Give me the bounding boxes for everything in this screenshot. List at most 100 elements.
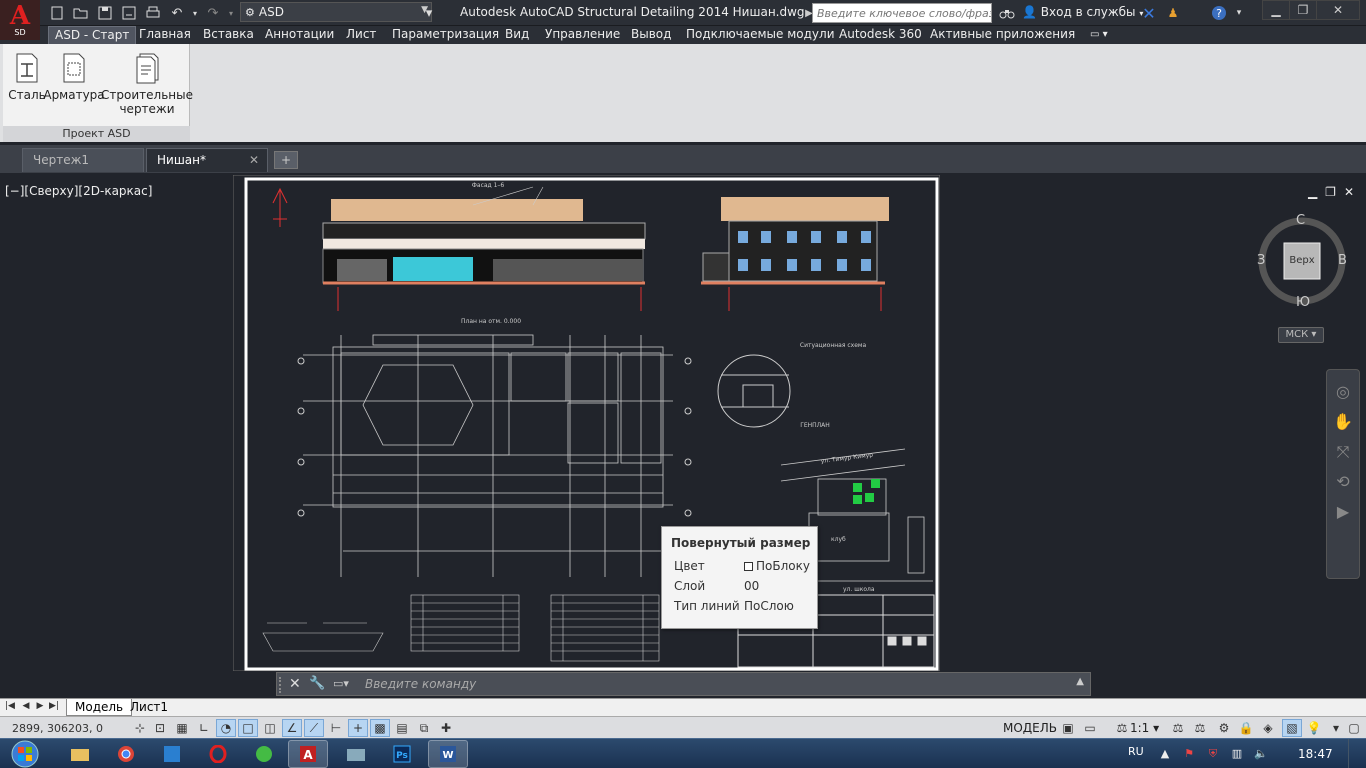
save-as-icon[interactable] — [118, 3, 140, 23]
tab-output[interactable]: Вывод — [625, 26, 677, 44]
viewcube-top-face[interactable]: Верх — [1284, 255, 1320, 266]
new-file-icon[interactable] — [46, 3, 68, 23]
auto-scale-icon[interactable]: ⚖ — [1190, 719, 1210, 737]
word-taskbar-icon[interactable]: W — [428, 740, 468, 768]
close-tab-icon[interactable]: ✕ — [249, 153, 259, 167]
viewport-minimize-icon[interactable]: ▁ — [1308, 185, 1317, 199]
toolbar-lock-icon[interactable]: 🔒 — [1236, 719, 1256, 737]
compass-north[interactable]: С — [1296, 213, 1305, 228]
language-indicator[interactable]: RU — [1128, 745, 1144, 758]
steering-wheel-icon[interactable]: ◎ — [1331, 380, 1355, 404]
folder-taskbar-icon[interactable] — [336, 740, 376, 768]
opera-taskbar-icon[interactable] — [198, 740, 238, 768]
binoculars-icon[interactable] — [996, 3, 1018, 23]
quick-view-drawings-icon[interactable]: ▭ — [1080, 719, 1100, 737]
showmotion-icon[interactable]: ▶ — [1331, 500, 1355, 524]
start-button[interactable] — [4, 739, 46, 768]
annotation-scale-icon[interactable]: ⚖ — [1112, 719, 1132, 737]
polar-tracking-icon[interactable]: ◔ — [216, 719, 236, 737]
tab-parametric[interactable]: Параметризация — [386, 26, 505, 44]
close-button[interactable]: ✕ — [1316, 0, 1360, 20]
ortho-mode-icon[interactable]: ∟ — [194, 719, 214, 737]
compass-west[interactable]: З — [1257, 253, 1265, 268]
annotation-visibility-icon[interactable]: ⚖ — [1168, 719, 1188, 737]
viewcube[interactable]: Верх С Ю В З — [1256, 213, 1348, 310]
command-input[interactable]: Введите команду — [365, 677, 476, 691]
command-line-grip[interactable] — [279, 677, 285, 693]
tab-home[interactable]: Главная — [133, 26, 197, 44]
zoom-extents-icon[interactable]: ⤧ — [1331, 440, 1355, 464]
save-icon[interactable] — [94, 3, 116, 23]
last-layout-icon[interactable]: ▶| — [48, 701, 60, 714]
pan-hand-icon[interactable]: ✋ — [1331, 410, 1355, 434]
object-snap-tracking-icon[interactable]: ∠ — [282, 719, 302, 737]
tab-layout1[interactable]: Лист1 — [122, 699, 176, 716]
steel-button[interactable]: Сталь — [7, 52, 47, 102]
sign-in-button[interactable]: 👤 Вход в службы ▾ — [1022, 5, 1143, 19]
minimize-button[interactable]: ▁ — [1262, 0, 1290, 20]
compass-east[interactable]: В — [1338, 253, 1347, 268]
show-desktop-button[interactable] — [1348, 739, 1366, 768]
chrome-taskbar-icon[interactable] — [106, 740, 146, 768]
structural-drawings-button[interactable]: Строительные чертежи — [101, 52, 193, 116]
help-icon[interactable]: ? — [1208, 3, 1230, 23]
viewport-close-icon[interactable]: ✕ — [1344, 185, 1354, 199]
transparency-icon[interactable]: ▩ — [370, 719, 390, 737]
grid-display-icon[interactable]: ▦ — [172, 719, 192, 737]
quick-view-layouts-icon[interactable]: ▣ — [1058, 719, 1078, 737]
file-tab-drawing1[interactable]: Чертеж1 — [22, 148, 144, 172]
workspace-switching-icon[interactable]: ⚙ — [1214, 719, 1234, 737]
snap-mode-icon[interactable]: ⊡ — [150, 719, 170, 737]
print-icon[interactable] — [142, 3, 164, 23]
autocad-taskbar-icon[interactable]: A — [288, 740, 328, 768]
hardware-acceleration-icon[interactable]: ◈ — [1258, 719, 1278, 737]
first-layout-icon[interactable]: |◀ — [4, 701, 16, 714]
maximize-button[interactable]: ❐ — [1289, 0, 1317, 20]
flag-tray-icon[interactable]: ⚑ — [1182, 748, 1196, 760]
media-taskbar-icon[interactable] — [152, 740, 192, 768]
prev-layout-icon[interactable]: ◀ — [20, 701, 32, 714]
ribbon-minimize-toggle[interactable]: ▭ ▾ — [1084, 26, 1114, 44]
viewport-restore-icon[interactable]: ❐ — [1325, 185, 1336, 199]
annotation-monitor-icon[interactable]: ✚ — [436, 719, 456, 737]
tab-insert[interactable]: Вставка — [197, 26, 260, 44]
isolate-objects-icon[interactable]: ▧ — [1282, 719, 1302, 737]
help-dropdown-icon[interactable]: ▾ — [1228, 3, 1250, 23]
tab-manage[interactable]: Управление — [539, 26, 626, 44]
application-menu-button[interactable]: A SD — [0, 0, 40, 40]
next-layout-icon[interactable]: ▶ — [34, 701, 46, 714]
stay-connected-icon[interactable]: ♟ — [1162, 3, 1184, 23]
tab-annotate[interactable]: Аннотации — [259, 26, 340, 44]
command-history-toggle[interactable]: ▲ — [1076, 676, 1084, 687]
undo-icon[interactable]: ↶ — [166, 3, 188, 23]
object-snap-icon[interactable]: □ — [238, 719, 258, 737]
network-tray-icon[interactable]: ▥ — [1230, 748, 1244, 760]
redo-icon[interactable]: ↷ — [202, 3, 224, 23]
tab-plugins[interactable]: Подключаемые модули — [680, 26, 841, 44]
workspace-select[interactable]: ⚙ ASD ▼ — [240, 2, 432, 22]
clean-screen-icon[interactable]: ▢ — [1344, 719, 1364, 737]
3d-object-snap-icon[interactable]: ◫ — [260, 719, 280, 737]
allow-ucs-icon[interactable]: ⟋ — [304, 719, 324, 737]
viewport-controls-label[interactable]: [−][Сверху][2D-каркас] — [5, 184, 152, 198]
quick-properties-icon[interactable]: ▤ — [392, 719, 412, 737]
open-file-icon[interactable] — [70, 3, 92, 23]
coordinates-readout[interactable]: 2899, 306203, 0 — [12, 722, 103, 735]
infer-constraints-icon[interactable]: ⊹ — [130, 719, 150, 737]
qat-customize-icon[interactable]: ▾ — [418, 3, 440, 23]
new-tab-button[interactable]: + — [274, 151, 298, 169]
redo-dropdown-icon[interactable]: ▾ — [226, 3, 236, 23]
ucs-menu-button[interactable]: МСК ▾ — [1278, 327, 1324, 343]
tray-expand-icon[interactable]: ▲ — [1158, 748, 1172, 760]
tab-view[interactable]: Вид — [499, 26, 535, 44]
annotation-scale-select[interactable]: 1:1 ▾ — [1130, 721, 1159, 735]
wrench-icon[interactable]: 🔧 — [309, 676, 325, 691]
model-space-toggle[interactable]: МОДЕЛЬ — [1003, 721, 1057, 735]
security-tray-icon[interactable]: ⛨ — [1206, 748, 1220, 760]
tab-featured-apps[interactable]: Активные приложения — [924, 26, 1081, 44]
rebar-button[interactable]: Арматура — [43, 52, 105, 102]
infocenter-search-input[interactable]: Введите ключевое слово/фразу — [812, 3, 992, 23]
photoshop-taskbar-icon[interactable]: Ps — [382, 740, 422, 768]
dynamic-input-icon[interactable]: ⊢ — [326, 719, 346, 737]
selection-cycling-icon[interactable]: ⧉ — [414, 719, 434, 737]
